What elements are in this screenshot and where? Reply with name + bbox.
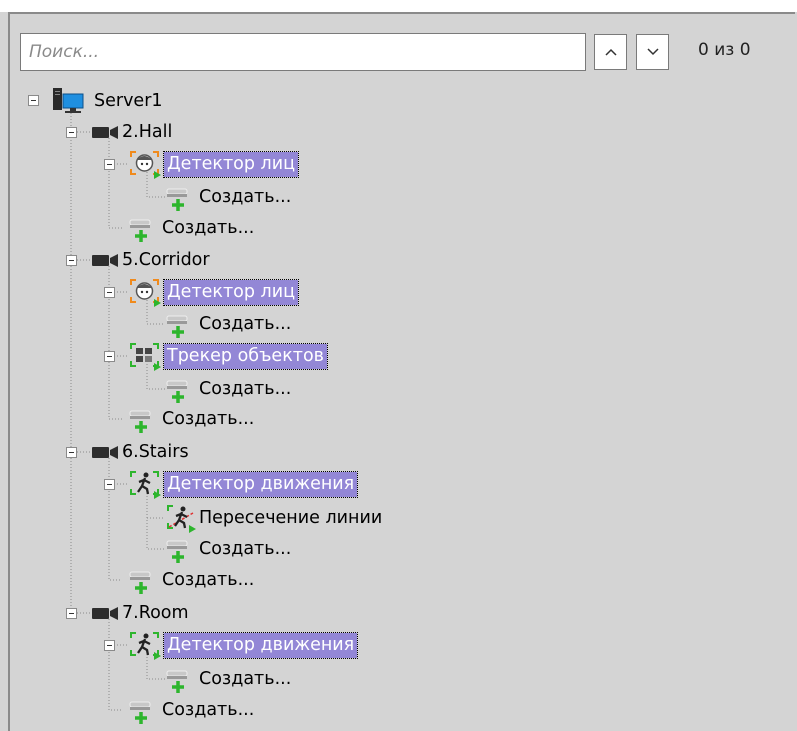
detector-collapse-toggle[interactable] xyxy=(104,640,115,651)
subdetector-label: Пересечение линии xyxy=(199,508,383,528)
server-collapse-toggle[interactable] xyxy=(28,95,39,106)
camera-label: 7.Room xyxy=(122,603,189,623)
tree-item-camera[interactable]: 2.Hall xyxy=(90,118,172,146)
tree-item-detector[interactable]: Трекер объектов xyxy=(128,342,328,371)
camera-collapse-toggle[interactable] xyxy=(66,127,77,138)
tree-item-subdetector[interactable]: Пересечение линии xyxy=(165,504,383,533)
camera-icon xyxy=(92,254,118,267)
tree-item-server[interactable]: Server1 xyxy=(50,87,163,115)
detector-collapse-toggle[interactable] xyxy=(104,351,115,362)
detector-label: Трекер объектов xyxy=(163,342,328,370)
detector-collapse-toggle[interactable] xyxy=(104,159,115,170)
tree-item-create[interactable]: Создать... xyxy=(165,535,291,563)
next-match-button[interactable] xyxy=(636,34,669,70)
tree-item-create[interactable]: Создать... xyxy=(128,696,254,724)
previous-match-button[interactable] xyxy=(594,34,627,70)
camera-label: 2.Hall xyxy=(122,122,173,142)
title-strip xyxy=(0,0,797,12)
tree-item-create[interactable]: Создать... xyxy=(165,375,291,403)
server-label: Server1 xyxy=(94,91,163,111)
detector-label: Детектор движения xyxy=(162,631,359,659)
detector-collapse-toggle[interactable] xyxy=(104,479,115,490)
motion-detector-icon xyxy=(130,471,161,499)
create-icon xyxy=(166,380,188,403)
create-label: Создать... xyxy=(199,187,292,207)
camera-label: 6.Stairs xyxy=(122,442,189,462)
tree-item-camera[interactable]: 5.Corridor xyxy=(90,246,210,274)
detector-label: Детектор движения xyxy=(162,470,359,498)
create-label: Создать... xyxy=(199,379,292,399)
create-label: Создать... xyxy=(199,669,292,689)
create-label: Создать... xyxy=(199,539,292,559)
line-crossing-icon xyxy=(167,505,196,533)
create-icon xyxy=(166,540,188,563)
chevron-up-icon xyxy=(604,48,617,56)
create-label: Создать... xyxy=(162,700,255,720)
camera-label: 5.Corridor xyxy=(122,250,210,270)
create-icon xyxy=(129,219,151,242)
camera-icon xyxy=(92,126,118,139)
create-icon xyxy=(166,315,188,338)
tree-item-detector[interactable]: Детектор движения xyxy=(128,470,359,499)
camera-icon xyxy=(92,446,118,459)
camera-collapse-toggle[interactable] xyxy=(66,608,77,619)
motion-detector-icon xyxy=(130,632,161,660)
create-icon xyxy=(166,188,188,211)
create-label: Создать... xyxy=(162,218,255,238)
face-detector-icon xyxy=(130,279,161,307)
tree-item-create[interactable]: Создать... xyxy=(128,566,254,594)
detector-collapse-toggle[interactable] xyxy=(104,287,115,298)
create-icon xyxy=(166,670,188,693)
object-tracker-icon xyxy=(130,343,161,371)
create-icon xyxy=(129,571,151,594)
create-label: Создать... xyxy=(199,314,292,334)
detector-label: Детектор лиц xyxy=(162,150,300,178)
tree-item-camera[interactable]: 7.Room xyxy=(90,599,189,627)
create-icon xyxy=(129,701,151,724)
tree-item-create[interactable]: Создать... xyxy=(128,214,254,242)
tree-item-detector[interactable]: Детектор лиц xyxy=(128,278,300,307)
tree-item-create[interactable]: Создать... xyxy=(128,405,254,433)
server-icon xyxy=(53,88,84,113)
tree-item-create[interactable]: Создать... xyxy=(165,665,291,693)
search-input[interactable] xyxy=(20,33,586,71)
face-detector-icon xyxy=(130,151,161,179)
create-icon xyxy=(129,410,151,433)
tree-item-detector[interactable]: Детектор лиц xyxy=(128,150,300,179)
camera-collapse-toggle[interactable] xyxy=(66,447,77,458)
create-label: Создать... xyxy=(162,570,255,590)
create-label: Создать... xyxy=(162,409,255,429)
tree-item-camera[interactable]: 6.Stairs xyxy=(90,438,189,466)
tree-item-create[interactable]: Создать... xyxy=(165,183,291,211)
detector-label: Детектор лиц xyxy=(162,278,300,306)
match-counter: 0 из 0 xyxy=(698,40,751,60)
tree-item-detector[interactable]: Детектор движения xyxy=(128,631,359,660)
camera-collapse-toggle[interactable] xyxy=(66,255,77,266)
tree-item-create[interactable]: Создать... xyxy=(165,310,291,338)
chevron-down-icon xyxy=(646,48,659,56)
camera-icon xyxy=(92,607,118,620)
